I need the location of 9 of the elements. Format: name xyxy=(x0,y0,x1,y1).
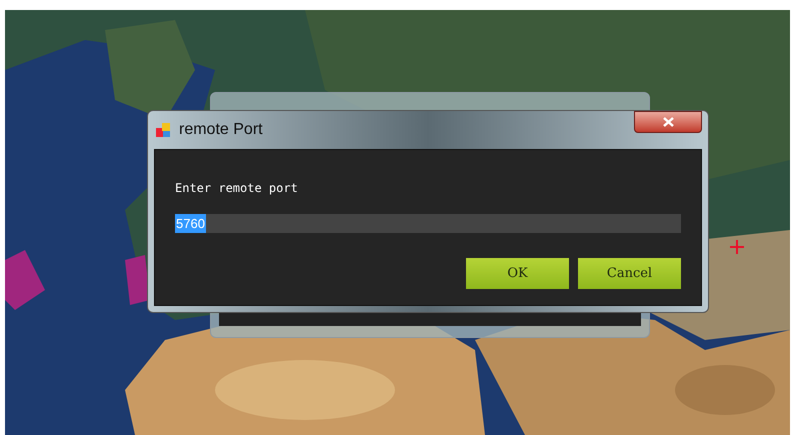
port-value: 5760 xyxy=(175,214,206,234)
window-title: remote Port xyxy=(179,120,263,140)
crosshair-icon xyxy=(730,240,744,254)
app-icon xyxy=(155,122,171,138)
dialog-button[interactable]: Cancel xyxy=(578,258,681,289)
close-button[interactable] xyxy=(634,111,702,133)
dialog-button[interactable]: OK xyxy=(466,258,569,289)
prompt-label: Enter remote port xyxy=(175,180,299,196)
close-icon xyxy=(662,117,674,127)
